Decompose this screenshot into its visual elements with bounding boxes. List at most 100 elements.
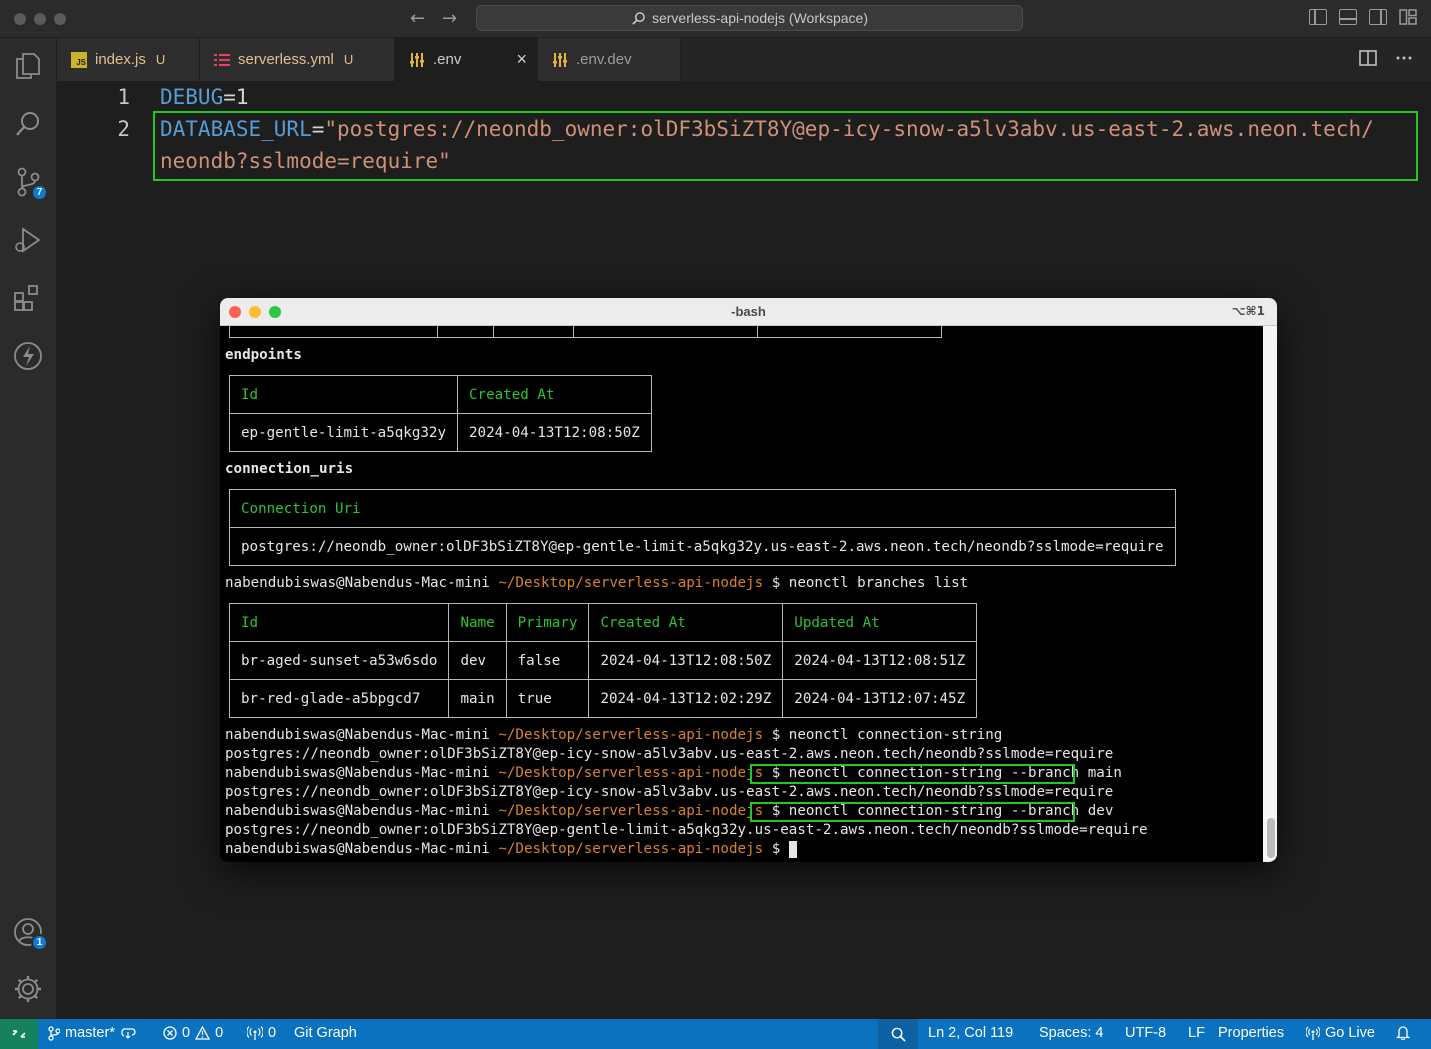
split-editor-icon[interactable] [1359,50,1377,66]
status-bar: master* 0 0 0 Git Graph Ln 2, Col 119 Sp… [0,1019,1431,1049]
highlight-box [750,802,1075,822]
table-cell: dev [448,641,507,680]
remote-indicator-icon[interactable] [0,1019,38,1049]
tab-index-js[interactable]: JS index.js U [57,38,200,81]
terminal-output[interactable]: endpoints Id Created At ep-gentle-limit-a… [220,326,1263,862]
terminal-title: -bash [731,304,766,319]
table-cell: true [505,679,590,718]
prompt-line: nabendubiswas@Nabendus-Mac-mini ~/Deskto… [225,727,1003,743]
code-line-1: DEBUG=1 [160,85,249,109]
forward-arrow-icon[interactable]: → [442,8,457,29]
close-window-button[interactable] [14,13,26,25]
sync-icon[interactable] [120,1027,136,1039]
connection-uris-label: connection_uris [225,461,354,477]
tab-env[interactable]: .env × [395,38,538,81]
terminal-scroll-track[interactable] [1263,326,1277,862]
endpoints-table: Id Created At ep-gentle-limit-a5qkg32y 202… [229,375,652,452]
customize-layout-icon[interactable] [1399,9,1417,25]
settings-lines-icon [410,52,424,67]
env-key: DEBUG [160,85,224,109]
env-equals: = [223,85,236,109]
highlight-box [153,111,1418,181]
zoom-search-icon[interactable] [878,1019,918,1049]
table-header: Updated At [782,603,978,642]
git-graph-button[interactable]: Git Graph [294,1025,357,1041]
source-control-icon[interactable]: 7 [12,166,48,201]
table-row: br-aged-sunset-a53w6sdo dev false 2024-0… [228,641,978,680]
table-cell: 2024-04-13T12:08:50Z [457,413,652,452]
search-icon[interactable] [12,108,44,140]
command-center-search[interactable]: serverless-api-nodejs (Workspace) [476,5,1023,31]
broadcast-icon [1306,1026,1320,1040]
encoding-status[interactable]: UTF-8 [1125,1025,1166,1041]
table-header: Id [228,603,450,642]
close-tab-icon[interactable]: × [516,49,527,70]
table-cell: postgres://neondb_owner:olDF3bSiZT8Y@ep-… [229,527,1176,566]
terminal-cursor [788,840,797,858]
clipped-table-edge [229,326,942,338]
lightning-icon[interactable] [12,340,44,372]
table-row: br-red-glade-a5bpgcd7 main true 2024-04-… [228,679,978,718]
extensions-icon[interactable] [12,282,44,314]
line-number: 2 [117,117,130,141]
zoom-window-button[interactable] [54,13,66,25]
highlight-box [750,764,1075,784]
table-header: Id [229,375,458,414]
editor-tabs: JS index.js U serverless.yml U .env × .e… [57,38,1431,81]
terminal-scrollbar-thumb[interactable] [1267,818,1275,858]
output-line: postgres://neondb_owner:olDF3bSiZT8Y@ep-… [225,822,1148,838]
more-actions-icon[interactable] [1395,50,1413,66]
table-header: Connection Uri [229,489,1176,528]
table-cell: false [505,641,590,680]
toggle-panel-icon[interactable] [1339,9,1357,25]
language-mode[interactable]: Properties [1218,1025,1284,1041]
table-cell: 2024-04-13T12:02:29Z [588,679,784,718]
toggle-primary-sidebar-icon[interactable] [1309,9,1327,25]
accounts-badge: 1 [31,934,48,951]
output-line: postgres://neondb_owner:olDF3bSiZT8Y@ep-… [225,746,1114,762]
terminal-title-bar: -bash ⌥⌘1 [220,298,1277,326]
endpoints-label: endpoints [225,347,302,363]
table-cell: ep-gentle-limit-a5qkg32y [229,413,458,452]
eol-status[interactable]: LF [1188,1025,1205,1041]
terminal-window[interactable]: -bash ⌥⌘1 endpoints Id Created At ep-gent… [220,298,1277,862]
ports-status[interactable]: 0 [247,1025,276,1041]
scm-badge: 7 [31,184,48,201]
warning-count: 0 [215,1025,224,1041]
toggle-secondary-sidebar-icon[interactable] [1369,9,1387,25]
table-header: Name [448,603,507,642]
window-title: serverless-api-nodejs (Workspace) [651,10,869,26]
tab-untracked-status: U [155,52,166,67]
command: neonctl branches list [788,575,969,591]
command: neonctl connection-string [788,727,1003,743]
explorer-icon[interactable] [12,50,44,82]
indentation-status[interactable]: Spaces: 4 [1039,1025,1104,1041]
javascript-file-icon: JS [71,51,87,68]
run-and-debug-icon[interactable] [12,224,44,256]
problems-status[interactable]: 0 0 [163,1025,223,1041]
back-arrow-icon[interactable]: ← [410,8,425,29]
line-number: 1 [117,85,130,109]
go-live-button[interactable]: Go Live [1306,1025,1375,1041]
table-header: Primary [505,603,590,642]
manage-gear-icon[interactable] [12,973,44,1005]
tab-serverless-yml[interactable]: serverless.yml U [200,38,395,81]
accounts-icon[interactable]: 1 [12,916,48,951]
table-header: Created At [457,375,652,414]
notifications-bell-icon[interactable] [1396,1025,1410,1040]
table-cell: 2024-04-13T12:08:50Z [588,641,784,680]
warning-icon [195,1026,211,1040]
activity-bar: 7 1 [0,38,57,1019]
prompt-line: nabendubiswas@Nabendus-Mac-mini ~/Deskto… [225,840,797,859]
table-cell: br-aged-sunset-a53w6sdo [228,641,450,680]
title-bar: ← → serverless-api-nodejs (Workspace) [0,0,1431,38]
branch-name: master* [65,1025,115,1041]
cursor-position[interactable]: Ln 2, Col 119 [928,1025,1013,1041]
tab-env-dev[interactable]: .env.dev [538,38,681,81]
error-count: 0 [182,1025,191,1041]
tab-untracked-status: U [343,52,354,67]
tab-label: .env [433,51,462,68]
search-icon [632,11,645,25]
branch-status[interactable]: master* [48,1025,136,1041]
minimize-window-button[interactable] [34,13,46,25]
